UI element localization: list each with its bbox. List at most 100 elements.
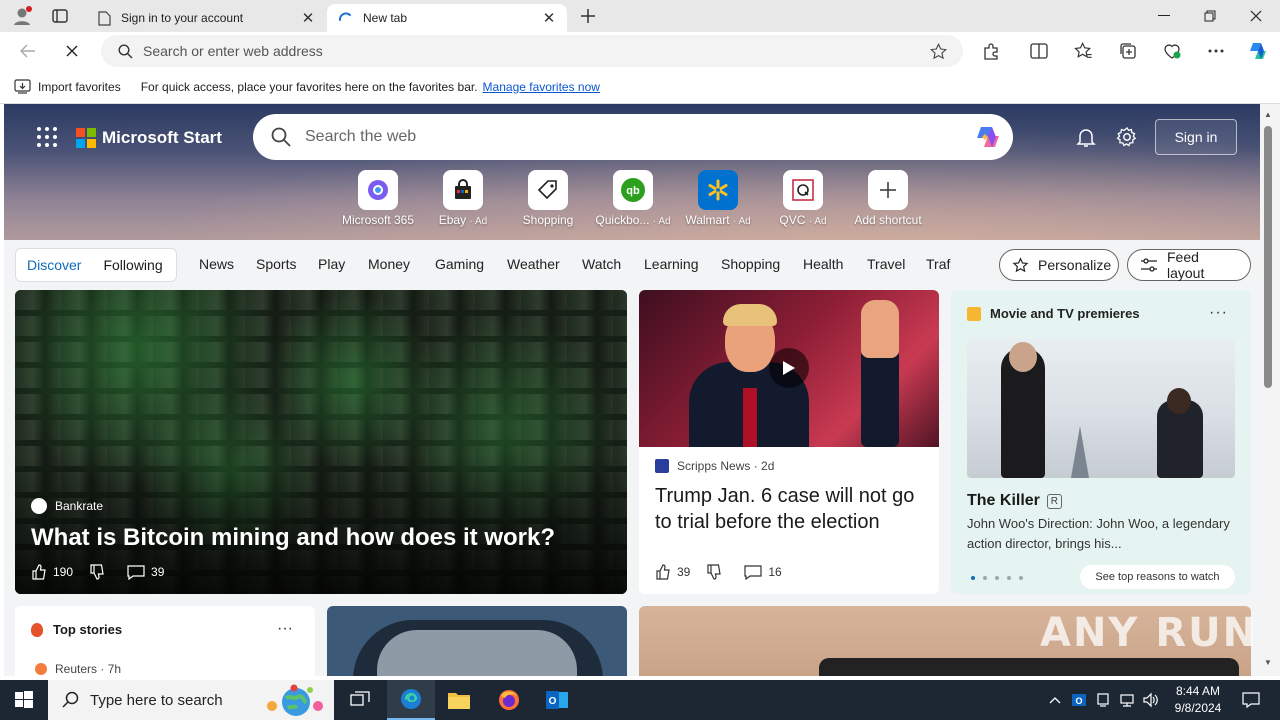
extensions-icon[interactable] bbox=[976, 37, 1006, 65]
nav-sports[interactable]: Sports bbox=[256, 256, 296, 272]
copilot-icon[interactable] bbox=[1243, 37, 1273, 65]
taskbar-search-box[interactable]: Type here to search bbox=[48, 680, 334, 720]
system-clock[interactable]: 8:44 AM 9/8/2024 bbox=[1162, 683, 1234, 717]
plus-icon bbox=[868, 170, 908, 210]
tab-new-tab[interactable]: New tab ✕ bbox=[327, 4, 567, 32]
nav-learning[interactable]: Learning bbox=[644, 256, 699, 272]
address-input[interactable] bbox=[143, 43, 930, 59]
favorite-star-icon[interactable] bbox=[930, 42, 947, 60]
collections-icon[interactable] bbox=[1113, 37, 1143, 65]
close-window-icon[interactable] bbox=[1233, 0, 1279, 32]
source-name: Scripps News bbox=[677, 459, 751, 473]
bitcoin-article-card[interactable]: Bankrate What is Bitcoin mining and how … bbox=[15, 290, 627, 594]
personalize-button[interactable]: Personalize bbox=[999, 249, 1119, 281]
nav-travel[interactable]: Travel bbox=[867, 256, 905, 272]
nav-health[interactable]: Health bbox=[803, 256, 843, 272]
shortcut-walmart[interactable]: Walmart · Ad bbox=[673, 170, 763, 227]
walmart-spark-icon bbox=[698, 170, 738, 210]
trump-article-card[interactable]: Scripps News · 2d Trump Jan. 6 case will… bbox=[639, 290, 939, 594]
page-scrollbar[interactable]: ▲ ▼ bbox=[1260, 104, 1280, 676]
stop-loading-icon[interactable] bbox=[58, 37, 86, 65]
nav-shopping[interactable]: Shopping bbox=[721, 256, 780, 272]
restore-icon[interactable] bbox=[1187, 0, 1233, 32]
new-tab-icon[interactable] bbox=[574, 4, 602, 28]
article-headline[interactable]: What is Bitcoin mining and how does it w… bbox=[31, 524, 555, 552]
app-launcher-icon[interactable] bbox=[36, 126, 60, 150]
nav-play[interactable]: Play bbox=[318, 256, 345, 272]
settings-more-icon[interactable] bbox=[1201, 37, 1231, 65]
carousel-dots[interactable] bbox=[971, 576, 1031, 580]
tab-actions-icon[interactable] bbox=[46, 4, 74, 28]
nav-money[interactable]: Money bbox=[368, 256, 410, 272]
scroll-down-icon[interactable]: ▼ bbox=[1264, 658, 1272, 667]
shopping-tag-icon bbox=[528, 170, 568, 210]
shortcut-ebay[interactable]: Ebay · Ad bbox=[418, 170, 508, 227]
shortcut-quickbooks[interactable]: qb Quickbo... · Ad bbox=[588, 170, 678, 227]
device-tray-icon[interactable] bbox=[1091, 680, 1115, 720]
show-hidden-icons-chevron-icon[interactable] bbox=[1043, 680, 1067, 720]
clock-date: 9/8/2024 bbox=[1174, 701, 1222, 715]
dislike-button[interactable] bbox=[89, 564, 111, 580]
tab-sign-in[interactable]: Sign in to your account ✕ bbox=[88, 4, 326, 32]
like-button[interactable]: 39 bbox=[655, 564, 690, 580]
taskbar-search-placeholder: Type here to search bbox=[90, 691, 223, 709]
nav-traffic[interactable]: Traf bbox=[926, 256, 950, 272]
movie-title[interactable]: The Killer R bbox=[967, 492, 1062, 510]
task-view-icon[interactable] bbox=[336, 680, 384, 720]
page-settings-gear-icon[interactable] bbox=[1114, 124, 1140, 150]
tab-following[interactable]: Following bbox=[92, 257, 173, 273]
volume-icon[interactable] bbox=[1139, 680, 1163, 720]
the-killer-poster[interactable] bbox=[967, 338, 1235, 478]
web-search-input[interactable] bbox=[305, 128, 973, 146]
firefox-icon[interactable] bbox=[485, 680, 533, 720]
windows-start-icon[interactable] bbox=[0, 680, 48, 720]
comments-button[interactable]: 16 bbox=[744, 564, 782, 580]
add-shortcut-button[interactable]: Add shortcut bbox=[843, 170, 933, 227]
copilot-icon[interactable] bbox=[973, 122, 1003, 152]
web-search-box[interactable] bbox=[253, 114, 1013, 160]
comments-button[interactable]: 39 bbox=[127, 564, 164, 580]
scroll-up-icon[interactable]: ▲ bbox=[1264, 110, 1272, 119]
like-button[interactable]: 190 bbox=[31, 564, 73, 580]
network-icon[interactable] bbox=[1115, 680, 1139, 720]
favorites-icon[interactable] bbox=[1068, 37, 1098, 65]
close-tab-icon[interactable]: ✕ bbox=[300, 10, 316, 27]
scrollbar-thumb[interactable] bbox=[1264, 126, 1272, 388]
browser-essentials-icon[interactable] bbox=[1157, 37, 1187, 65]
edge-taskbar-icon[interactable] bbox=[387, 680, 435, 720]
thumbs-down-icon bbox=[706, 564, 728, 580]
notifications-bell-icon[interactable] bbox=[1073, 124, 1099, 150]
address-bar[interactable] bbox=[101, 35, 963, 67]
sign-in-button[interactable]: Sign in bbox=[1155, 119, 1237, 155]
back-icon[interactable] bbox=[14, 37, 42, 65]
more-options-icon[interactable]: ··· bbox=[277, 620, 293, 638]
nav-weather[interactable]: Weather bbox=[507, 256, 560, 272]
nav-news[interactable]: News bbox=[199, 256, 234, 272]
file-explorer-icon[interactable] bbox=[435, 680, 483, 720]
see-top-reasons-button[interactable]: See top reasons to watch bbox=[1080, 565, 1235, 589]
minimize-icon[interactable] bbox=[1141, 0, 1187, 32]
feed-layout-button[interactable]: Feed layout bbox=[1127, 249, 1251, 281]
outlook-icon[interactable]: O bbox=[533, 680, 581, 720]
microsoft-start-logo[interactable]: Microsoft Start bbox=[76, 128, 222, 148]
shortcut-qvc[interactable]: QVC · Ad bbox=[758, 170, 848, 227]
close-tab-icon[interactable]: ✕ bbox=[541, 10, 557, 27]
tab-discover[interactable]: Discover bbox=[16, 257, 92, 273]
nav-gaming[interactable]: Gaming bbox=[435, 256, 484, 272]
shortcut-microsoft-365[interactable]: Microsoft 365 bbox=[333, 170, 423, 227]
rating-badge: R bbox=[1046, 493, 1062, 509]
profile-icon[interactable] bbox=[8, 4, 36, 28]
shortcut-shopping[interactable]: Shopping bbox=[503, 170, 593, 227]
car-image-card[interactable] bbox=[327, 606, 627, 676]
more-options-icon[interactable]: ··· bbox=[1209, 304, 1228, 322]
dislike-button[interactable] bbox=[706, 564, 728, 580]
article-source: Scripps News · 2d bbox=[655, 459, 774, 473]
play-icon[interactable] bbox=[769, 348, 809, 388]
manage-favorites-link[interactable]: Manage favorites now bbox=[483, 80, 600, 94]
article-headline[interactable]: Trump Jan. 6 case will not go to trial b… bbox=[655, 483, 927, 535]
split-screen-icon[interactable] bbox=[1024, 37, 1054, 65]
import-favorites-button[interactable]: Import favorites bbox=[14, 79, 121, 94]
action-center-icon[interactable] bbox=[1234, 680, 1268, 720]
outlook-tray-icon[interactable]: O bbox=[1067, 680, 1091, 720]
nav-watch[interactable]: Watch bbox=[582, 256, 621, 272]
